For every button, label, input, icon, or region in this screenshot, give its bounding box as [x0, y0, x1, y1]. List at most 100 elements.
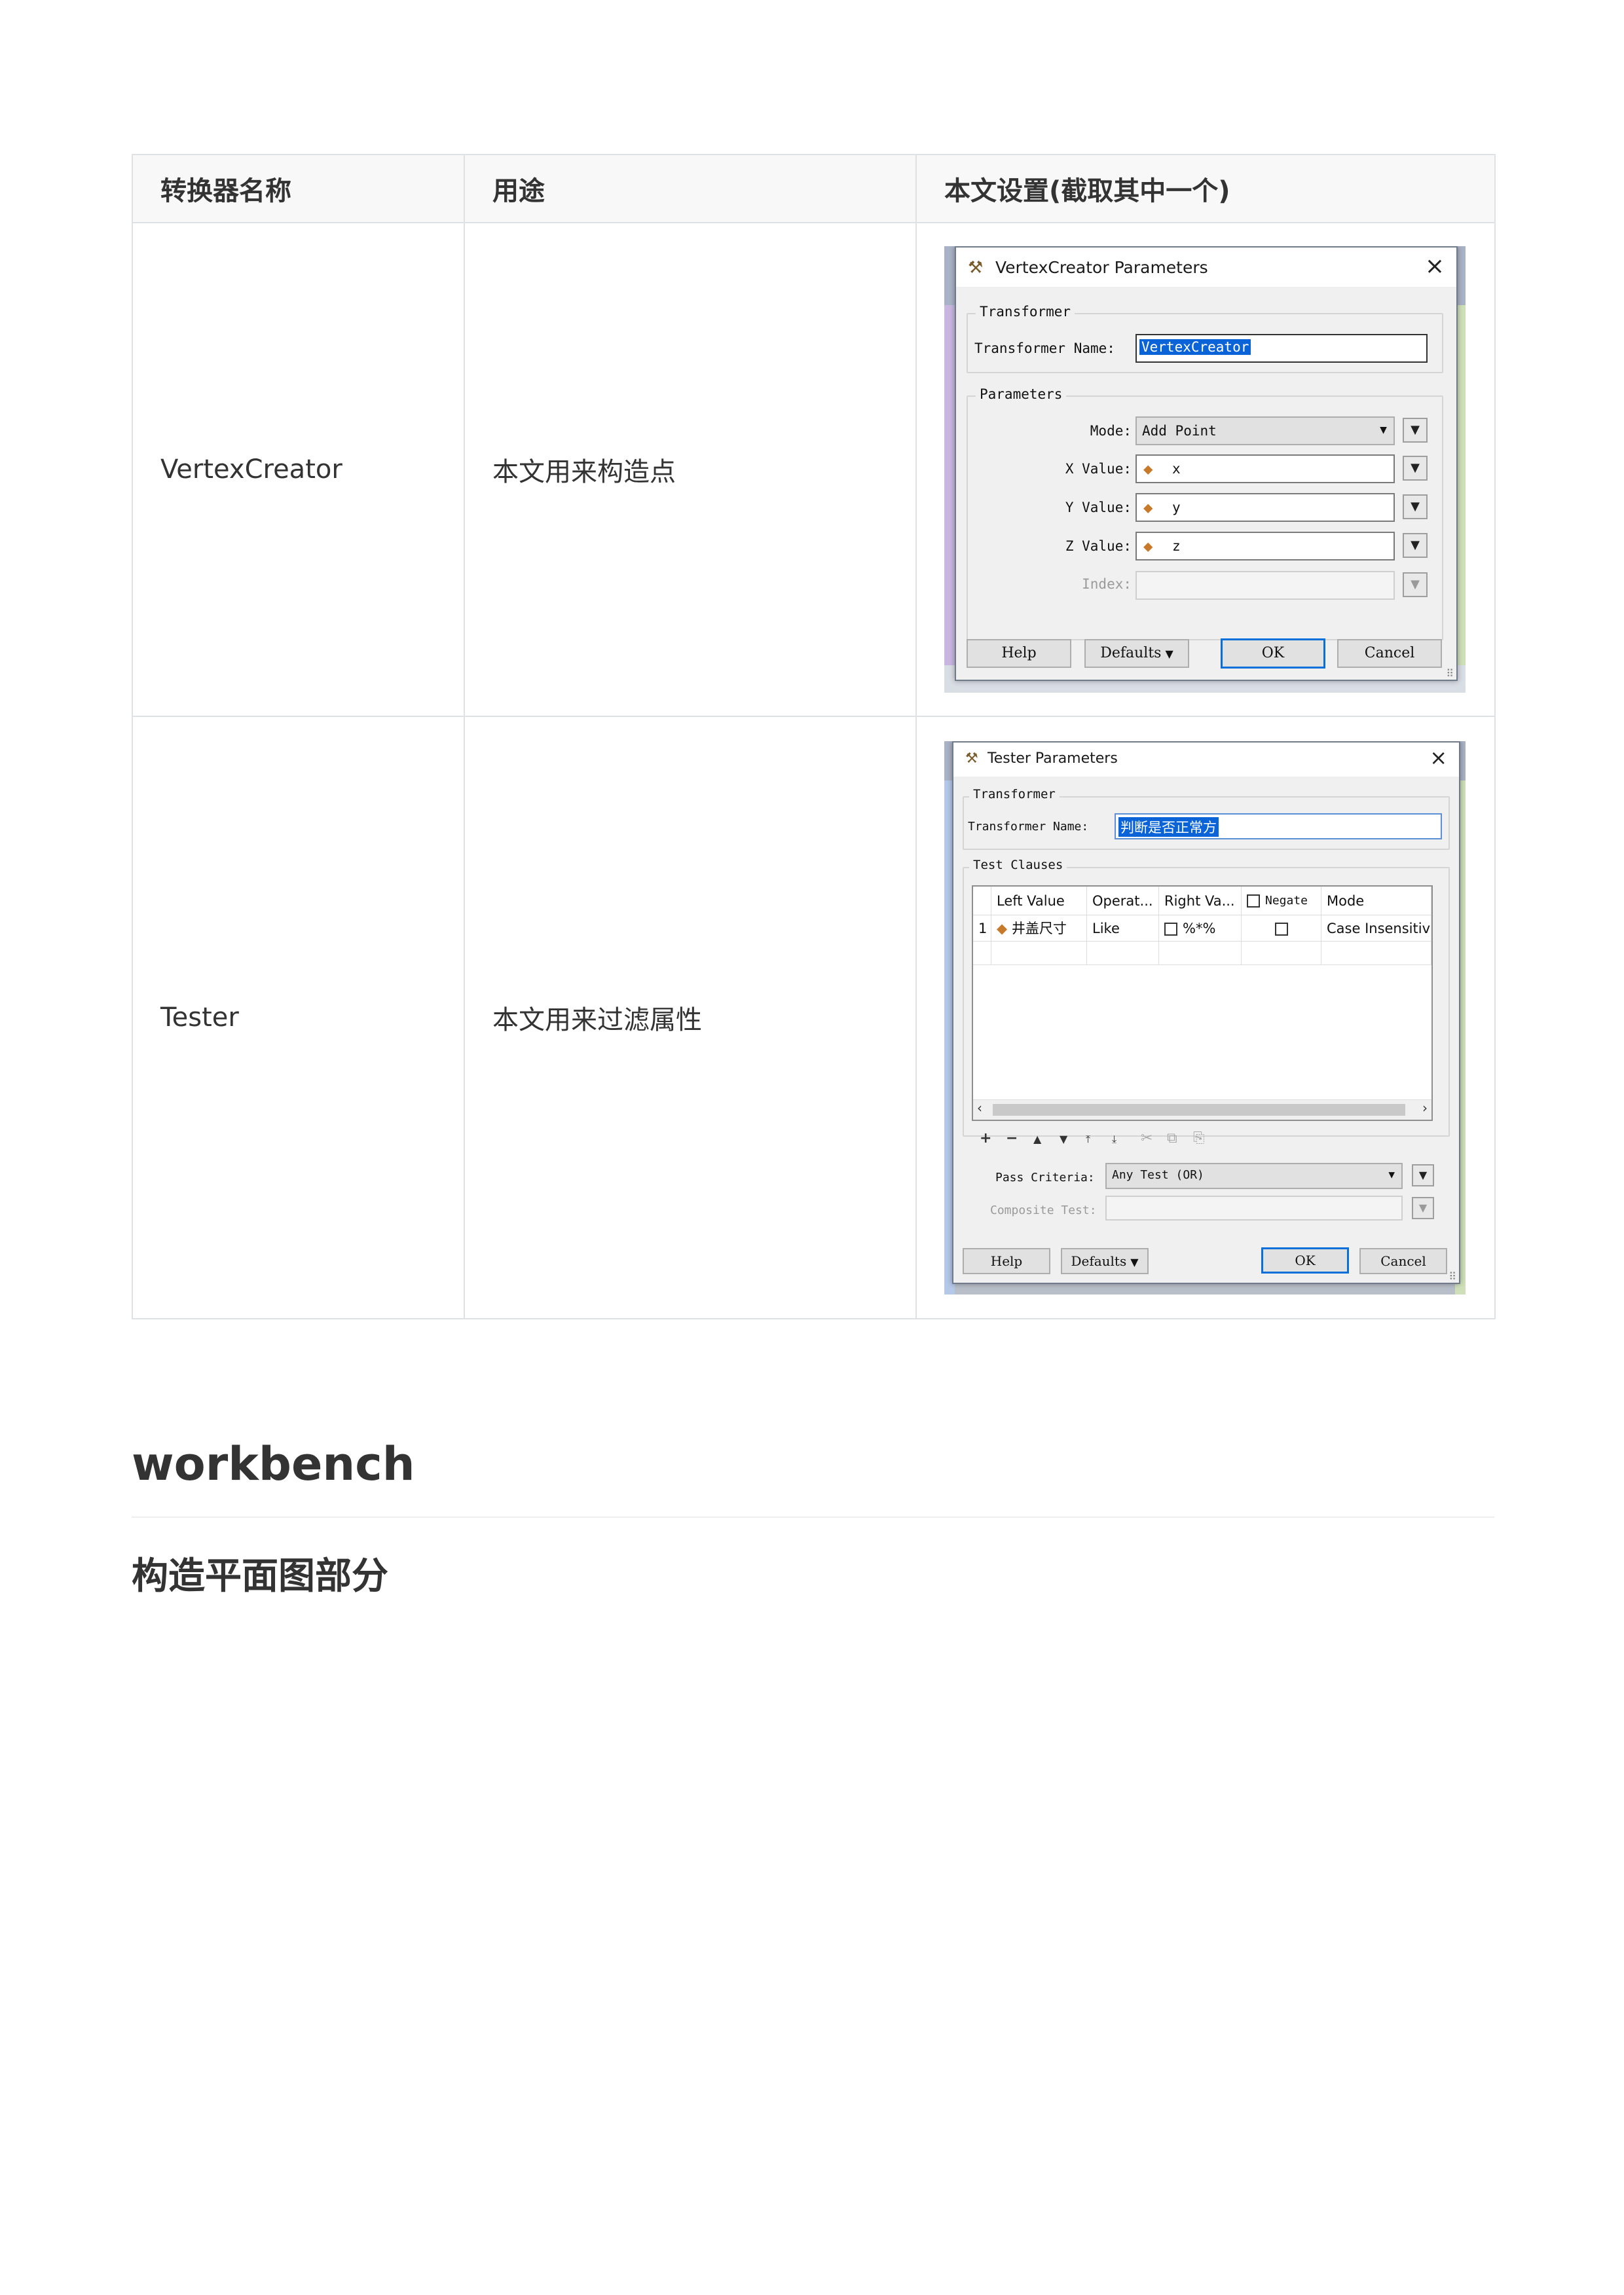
chevron-left-icon[interactable]: ‹ — [977, 1100, 982, 1116]
paste-icon[interactable]: ⎘ — [1193, 1130, 1205, 1147]
transformer-group-title: Transformer — [969, 786, 1060, 801]
ok-button[interactable]: OK — [1221, 638, 1325, 669]
move-down-icon[interactable]: ▼ — [1060, 1133, 1067, 1145]
help-button-label: Help — [990, 1253, 1023, 1269]
x-value-input[interactable]: ◆ x — [1135, 454, 1395, 483]
cancel-button-label: Cancel — [1364, 645, 1415, 661]
chevron-down-icon: ▼ — [1411, 461, 1420, 475]
tester-dialog: ⚒ Tester Parameters × Transformer Transf… — [952, 741, 1460, 1284]
y-value: y — [1172, 500, 1181, 515]
empty-cell — [973, 941, 991, 965]
resize-grip-icon[interactable]: ⠿ — [1446, 667, 1454, 680]
transformer-group-title: Transformer — [976, 304, 1075, 320]
defaults-button[interactable]: Defaults ▼ — [1084, 639, 1189, 668]
column-header[interactable]: Left Value — [991, 886, 1087, 915]
parameters-group: Parameters Mode: Add Point ▼ ▼ X Value: … — [967, 386, 1443, 640]
dialog-titlebar: ⚒ VertexCreator Parameters × — [956, 248, 1456, 287]
y-value-input[interactable]: ◆ y — [1135, 493, 1395, 522]
mode-label: Mode: — [1090, 423, 1132, 439]
cell-transformer-name: VertexCreator — [132, 222, 465, 717]
close-icon[interactable]: × — [1430, 745, 1447, 770]
z-value-options-button[interactable]: ▼ — [1403, 533, 1428, 558]
cancel-button[interactable]: Cancel — [1337, 639, 1442, 668]
attribute-arrow-icon: ◆ — [1143, 460, 1153, 478]
cell-purpose: 本文用来过滤属性 — [464, 716, 917, 1319]
composite-test-input — [1105, 1195, 1403, 1221]
transformer-group: Transformer Transformer Name: VertexCrea… — [967, 304, 1443, 373]
chevron-down-icon: ▼ — [1388, 1167, 1395, 1181]
chevron-down-icon: ▼ — [1130, 1255, 1139, 1268]
right-value-cell[interactable]: %*% — [1159, 915, 1242, 942]
cell-screenshot: ⚒ Tester Parameters × Transformer Transf… — [915, 716, 1496, 1319]
copy-icon[interactable]: ⧉ — [1167, 1130, 1177, 1147]
chevron-down-icon: ▼ — [1418, 1201, 1428, 1214]
transformer-name-input[interactable]: 判断是否正常方 — [1115, 813, 1442, 839]
z-value-input[interactable]: ◆ z — [1135, 532, 1395, 560]
pass-criteria-options-button[interactable]: ▼ — [1412, 1164, 1434, 1186]
empty-cell[interactable] — [1087, 941, 1159, 965]
checkbox-icon[interactable] — [1274, 922, 1288, 936]
clause-toolbar: + − ▲ ▼ ⤒ ⤓ ✂ ⧉ ⎘ — [980, 1130, 1255, 1150]
subsection-heading: 构造平面图部分 — [132, 1555, 388, 1598]
table-header-row: 转换器名称 用途 本文设置(截取其中一个) — [132, 154, 1496, 223]
chevron-down-icon: ▼ — [1411, 538, 1420, 552]
fme-transformer-icon: ⚒ — [965, 750, 978, 767]
checkbox-icon[interactable] — [1247, 894, 1260, 908]
dialog-titlebar: ⚒ Tester Parameters × — [953, 742, 1459, 777]
mode-cell[interactable]: Case Insensitive — [1321, 915, 1431, 942]
header-settings: 本文设置(截取其中一个) — [915, 154, 1496, 223]
negate-cell[interactable] — [1242, 915, 1321, 942]
help-button[interactable]: Help — [967, 639, 1071, 668]
y-value-options-button[interactable]: ▼ — [1403, 494, 1428, 519]
heading-divider — [132, 1516, 1494, 1518]
scrollbar-thumb[interactable] — [993, 1103, 1405, 1116]
x-value-options-button[interactable]: ▼ — [1403, 456, 1428, 481]
chevron-right-icon[interactable]: › — [1422, 1100, 1428, 1116]
column-header[interactable]: Operat... — [1087, 886, 1159, 915]
operator-cell[interactable]: Like — [1087, 915, 1159, 942]
move-bottom-icon[interactable]: ⤓ — [1112, 1133, 1116, 1146]
chevron-down-icon: ▼ — [1411, 578, 1420, 591]
transformer-group: Transformer Transformer Name: 判断是否正常方 — [963, 786, 1450, 850]
transformer-name-value: 判断是否正常方 — [1118, 817, 1219, 837]
defaults-button[interactable]: Defaults ▼ — [1061, 1247, 1149, 1274]
resize-grip-icon[interactable]: ⠿ — [1449, 1270, 1456, 1283]
header-purpose: 用途 — [464, 154, 917, 223]
add-icon[interactable]: + — [980, 1130, 991, 1147]
move-top-icon[interactable]: ⤒ — [1086, 1133, 1090, 1146]
transformer-name-label: Transformer Name: — [968, 819, 1089, 834]
fme-transformer-icon: ⚒ — [968, 258, 984, 278]
defaults-button-label: Defaults — [1071, 1253, 1127, 1269]
horizontal-scrollbar[interactable]: ‹ › — [973, 1099, 1431, 1120]
help-button-label: Help — [1001, 645, 1037, 661]
ok-button[interactable]: OK — [1261, 1247, 1349, 1274]
index-options-button: ▼ — [1403, 572, 1428, 597]
cancel-button-label: Cancel — [1380, 1253, 1426, 1269]
mode-options-button[interactable]: ▼ — [1403, 418, 1428, 443]
move-up-icon[interactable]: ▲ — [1033, 1133, 1041, 1145]
empty-cell[interactable] — [1321, 941, 1431, 965]
pass-criteria-select[interactable]: Any Test (OR) ▼ — [1105, 1162, 1403, 1189]
column-header[interactable]: Right Va... — [1159, 886, 1242, 915]
index-label: Index: — [1082, 576, 1132, 592]
empty-cell[interactable] — [991, 941, 1087, 965]
mode-select[interactable]: Add Point ▼ — [1135, 416, 1395, 445]
cut-icon[interactable]: ✂ — [1141, 1130, 1153, 1147]
index-input — [1135, 571, 1395, 600]
negate-header[interactable]: Negate — [1242, 886, 1321, 915]
left-value-cell[interactable]: ◆ 井盖尺寸 — [991, 915, 1087, 942]
empty-cell[interactable] — [1159, 941, 1242, 965]
expression-icon — [1164, 922, 1177, 936]
close-icon[interactable]: × — [1425, 253, 1445, 280]
chevron-down-icon: ▼ — [1411, 500, 1420, 513]
help-button[interactable]: Help — [963, 1247, 1050, 1274]
chevron-down-icon: ▼ — [1411, 423, 1420, 437]
column-header[interactable]: Mode — [1321, 886, 1431, 915]
transformer-name-input[interactable]: VertexCreator — [1135, 334, 1428, 363]
empty-cell[interactable] — [1242, 941, 1321, 965]
remove-icon[interactable]: − — [1006, 1130, 1018, 1147]
left-value: 井盖尺寸 — [1011, 920, 1067, 936]
cancel-button[interactable]: Cancel — [1359, 1247, 1447, 1274]
chevron-down-icon: ▼ — [1165, 648, 1173, 660]
test-clauses-grid[interactable]: Left Value Operat... Right Va... Negate … — [972, 885, 1433, 1121]
